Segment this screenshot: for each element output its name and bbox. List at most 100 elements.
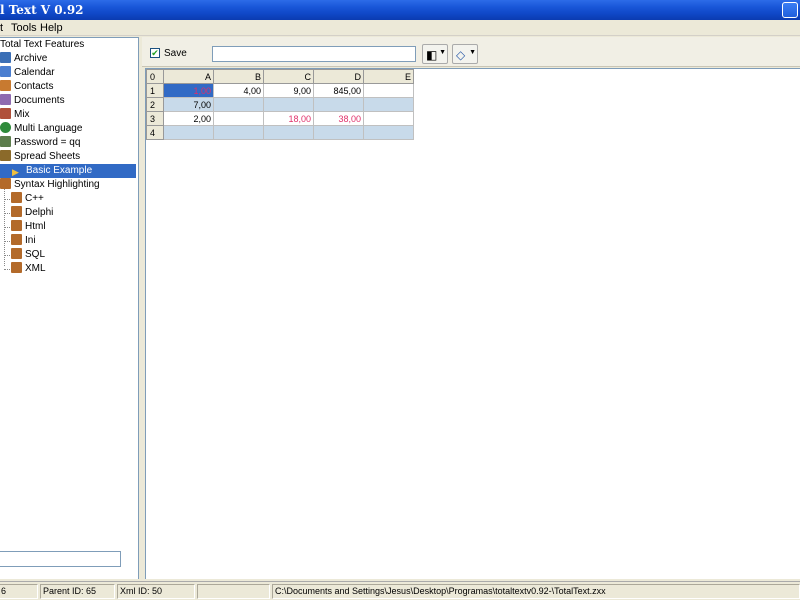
archive-icon (0, 52, 11, 63)
tree-item-documents[interactable]: Documents (0, 94, 65, 108)
status-id: 6 (0, 584, 38, 599)
tree-item-cpp[interactable]: C++ (11, 192, 44, 206)
status-xml-id: Xml ID: 50 (117, 584, 195, 599)
tree-item-basic-example[interactable]: ▶ Basic Example (12, 164, 92, 178)
tree-item-label: Basic Example (26, 165, 93, 176)
tree-panel: Total Text Features Archive Calendar Con… (0, 37, 139, 579)
eraser-icon: ◇ (456, 48, 466, 62)
tree-item-root[interactable]: Total Text Features (0, 38, 84, 52)
globe-icon (0, 122, 11, 133)
cell-e4[interactable] (363, 125, 414, 140)
tree-item-password[interactable]: Password = qq (0, 136, 80, 150)
table-row: 4 (146, 125, 414, 140)
menu-help[interactable]: Help (40, 22, 63, 34)
corner-cell[interactable]: 0 (146, 69, 164, 84)
cell-e1[interactable] (363, 83, 414, 98)
cell-a4[interactable] (163, 125, 214, 140)
tree-connector (4, 269, 10, 270)
spreadsheet-icon (0, 150, 11, 161)
tree-item-label: Total Text Features (0, 39, 85, 50)
arrow-icon: ▶ (12, 167, 19, 177)
cell-d1[interactable]: 845,00 (313, 83, 364, 98)
menu-edit[interactable]: t (0, 22, 3, 34)
tree-connector (4, 241, 10, 242)
close-button[interactable] (782, 2, 798, 18)
tree-connector (4, 227, 10, 228)
format-tool-button[interactable]: ◇ ▼ (452, 44, 478, 64)
cell-c2[interactable] (263, 97, 314, 112)
book-icon (11, 220, 22, 231)
paint-bucket-icon: ◧ (426, 48, 438, 62)
cell-d3[interactable]: 38,00 (313, 111, 364, 126)
tree-item-spread-sheets[interactable]: Spread Sheets (0, 150, 80, 164)
spreadsheet-area[interactable]: 0 A B C D E 1 1,00 4,00 9,00 845,00 2 7,… (145, 68, 800, 579)
tree-item-label: Archive (14, 53, 48, 64)
row-header[interactable]: 2 (146, 97, 164, 112)
tree-item-label: SQL (25, 249, 46, 260)
tree-item-contacts[interactable]: Contacts (0, 80, 53, 94)
cell-b2[interactable] (213, 97, 264, 112)
content-panel: ✔ Save ◧ ▼ ◇ ▼ 0 A B C D E 1 1,00 4,00 9… (142, 37, 800, 579)
mix-icon (0, 108, 11, 119)
cell-c4[interactable] (263, 125, 314, 140)
tree-item-multi-language[interactable]: Multi Language (0, 122, 82, 136)
table-row: 1 1,00 4,00 9,00 845,00 (146, 83, 414, 98)
row-header[interactable]: 1 (146, 83, 164, 98)
spreadsheet-grid: 0 A B C D E 1 1,00 4,00 9,00 845,00 2 7,… (146, 69, 414, 140)
status-file-path: C:\Documents and Settings\Jesus\Desktop\… (272, 584, 800, 599)
tree-connector (4, 199, 10, 200)
tree-item-label: Multi Language (14, 123, 83, 134)
path-input[interactable] (212, 46, 416, 62)
tree-item-label: Documents (14, 95, 65, 106)
tree-item-label: Spread Sheets (14, 151, 81, 162)
password-icon (0, 136, 11, 147)
tree-item-label: Syntax Highlighting (14, 179, 100, 190)
cell-a2[interactable]: 7,00 (163, 97, 214, 112)
book-icon (11, 262, 22, 273)
app-window: l Text V 0.92 t Tools Help Total Text Fe… (0, 0, 800, 600)
documents-icon (0, 94, 11, 105)
tree-item-syntax-highlighting[interactable]: Syntax Highlighting (0, 178, 100, 192)
tree-item-archive[interactable]: Archive (0, 52, 47, 66)
tree-item-sql[interactable]: SQL (11, 248, 45, 262)
column-header-e[interactable]: E (363, 69, 414, 84)
cell-c3[interactable]: 18,00 (263, 111, 314, 126)
tree-item-html[interactable]: Html (11, 220, 46, 234)
chevron-down-icon: ▼ (439, 49, 446, 56)
row-header[interactable]: 3 (146, 111, 164, 126)
window-title: l Text V 0.92 (0, 3, 84, 17)
cell-b3[interactable] (213, 111, 264, 126)
tree-item-mix[interactable]: Mix (0, 108, 30, 122)
tree-item-xml[interactable]: XML (11, 262, 46, 276)
book-icon (11, 192, 22, 203)
tree-item-delphi[interactable]: Delphi (11, 206, 53, 220)
tree-search-input[interactable] (0, 551, 121, 567)
row-header[interactable]: 4 (146, 125, 164, 140)
tree-item-label: Html (25, 221, 46, 232)
cell-e2[interactable] (363, 97, 414, 112)
paint-tool-button[interactable]: ◧ ▼ (422, 44, 448, 64)
save-checkbox[interactable]: ✔ (150, 48, 160, 58)
menu-tools[interactable]: Tools (11, 22, 37, 34)
cell-e3[interactable] (363, 111, 414, 126)
header-row: 0 A B C D E (146, 69, 414, 84)
tree-item-ini[interactable]: Ini (11, 234, 36, 248)
table-row: 2 7,00 (146, 97, 414, 112)
cell-d2[interactable] (313, 97, 364, 112)
cell-d4[interactable] (313, 125, 364, 140)
status-blank (197, 584, 270, 599)
cell-b4[interactable] (213, 125, 264, 140)
calendar-icon (0, 66, 11, 77)
tree-item-calendar[interactable]: Calendar (0, 66, 55, 80)
table-row: 3 2,00 18,00 38,00 (146, 111, 414, 126)
cell-b1[interactable]: 4,00 (213, 83, 264, 98)
column-header-c[interactable]: C (263, 69, 314, 84)
column-header-a[interactable]: A (163, 69, 214, 84)
cell-c1[interactable]: 9,00 (263, 83, 314, 98)
column-header-b[interactable]: B (213, 69, 264, 84)
column-header-d[interactable]: D (313, 69, 364, 84)
cell-a1[interactable]: 1,00 (163, 83, 214, 98)
tree-connector (4, 213, 10, 214)
cell-a3[interactable]: 2,00 (163, 111, 214, 126)
title-bar[interactable]: l Text V 0.92 (0, 0, 800, 20)
